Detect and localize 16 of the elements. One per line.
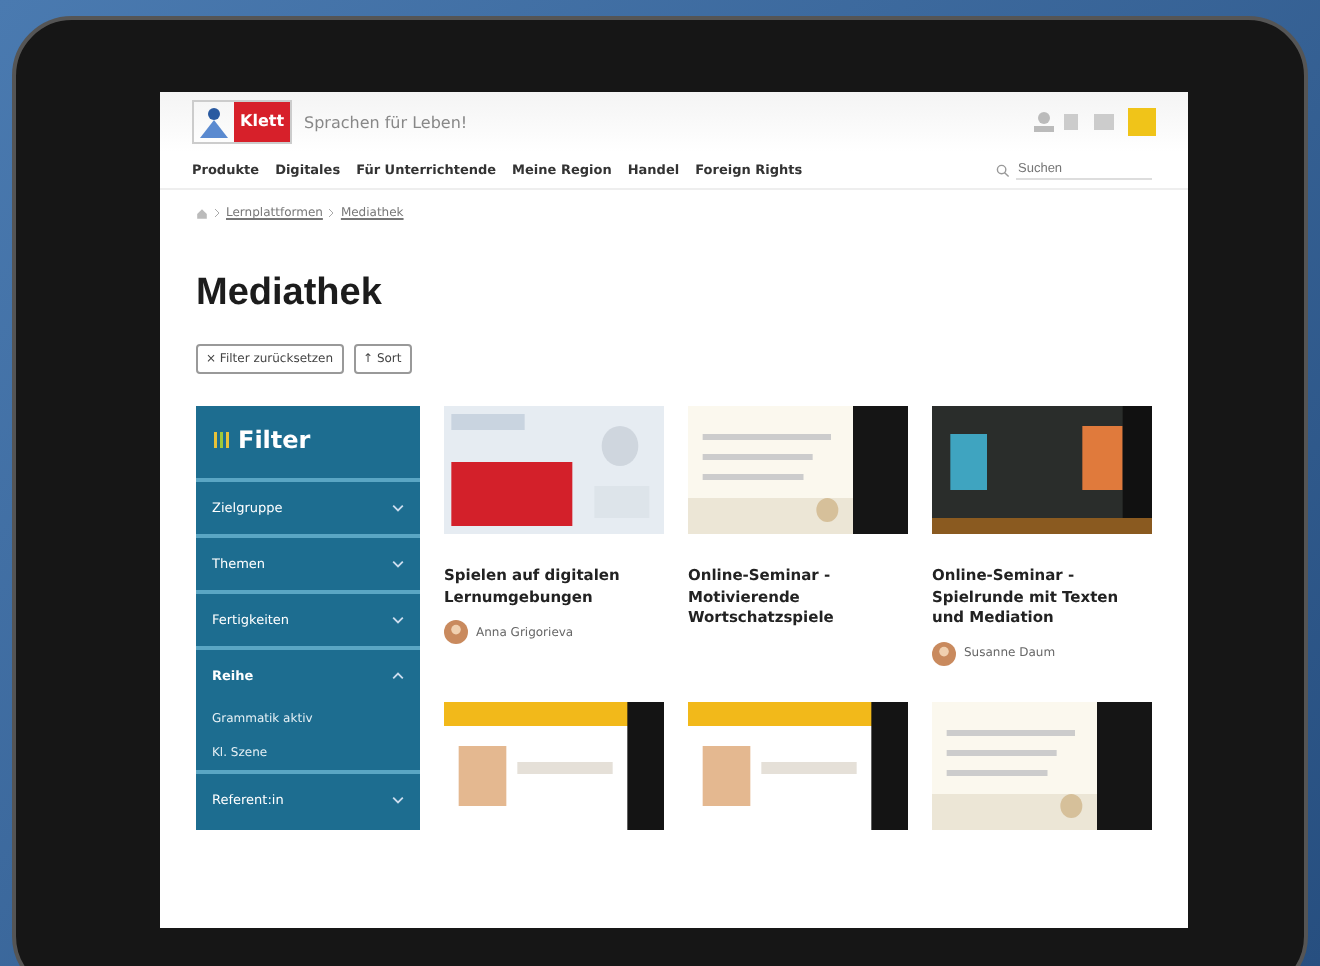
tagline: Sprachen für Leben!	[304, 113, 468, 131]
chevron-icon	[392, 560, 404, 568]
chevron-icon	[392, 504, 404, 512]
chevron-icon	[392, 616, 404, 624]
chevron-icon	[392, 796, 404, 804]
figure-icon	[194, 104, 234, 140]
filter-title: Filter	[238, 426, 311, 454]
filter-icon	[212, 428, 232, 452]
chevron-icon	[328, 208, 335, 218]
avatar-icon	[444, 620, 468, 644]
search-icon	[996, 163, 1010, 177]
avatar-icon	[932, 641, 956, 665]
logo[interactable]: Klett	[192, 100, 293, 144]
page-title: Mediathek	[196, 272, 384, 316]
chevron-icon	[214, 208, 220, 218]
chevron-icon	[392, 672, 404, 680]
